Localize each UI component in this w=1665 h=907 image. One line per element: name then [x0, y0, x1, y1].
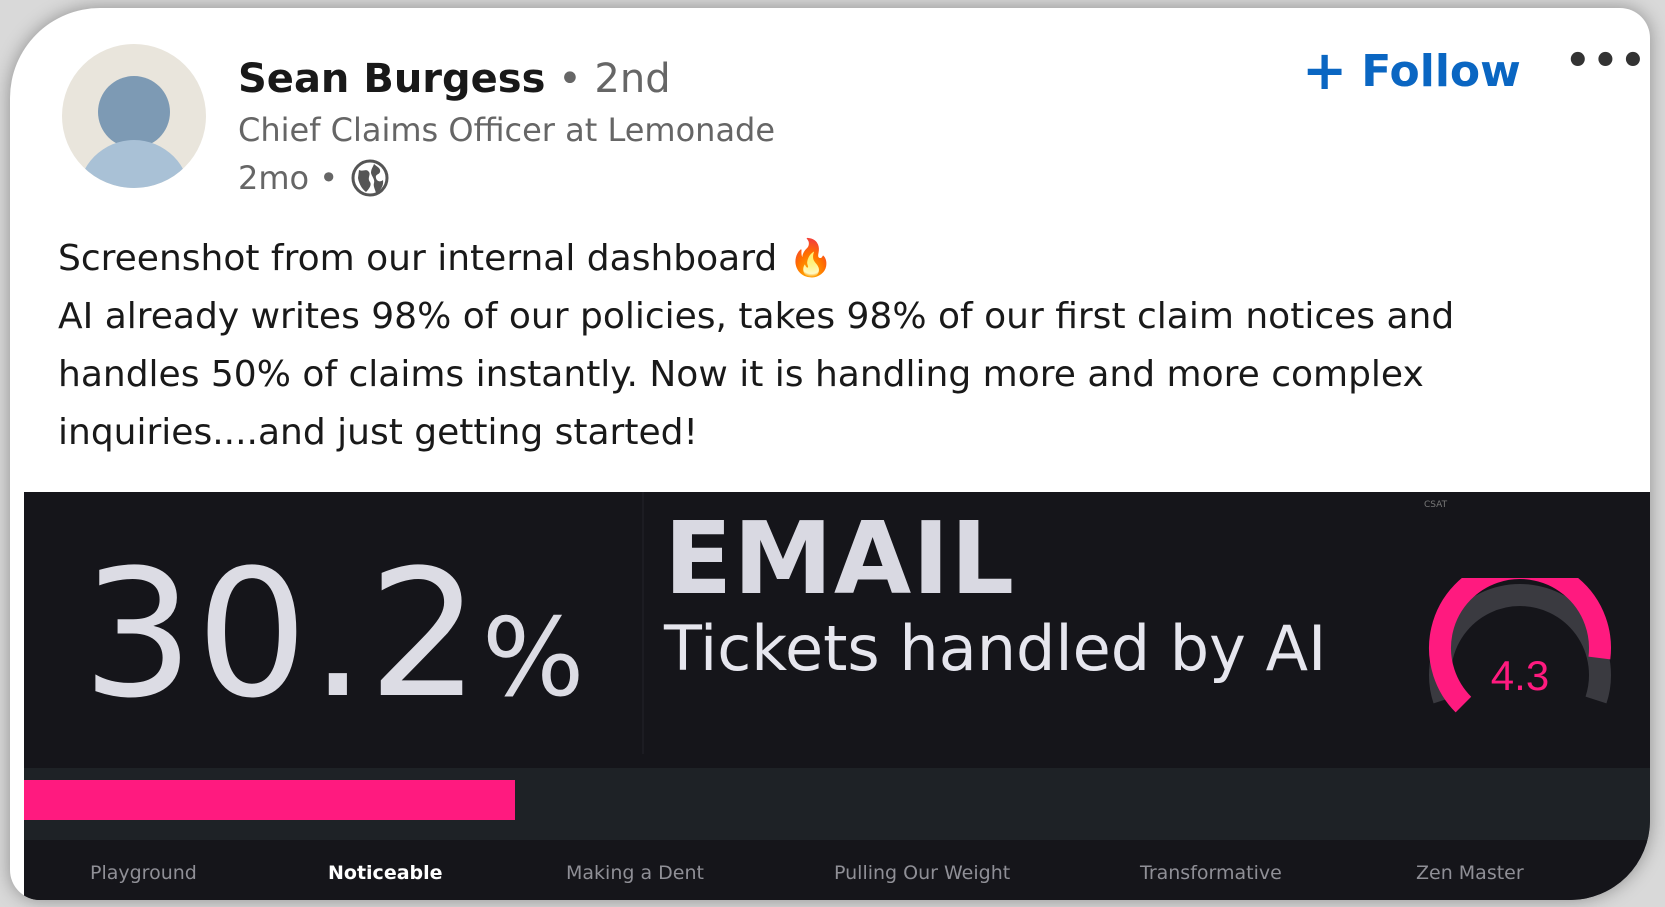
avatar[interactable] — [62, 44, 206, 188]
post-line: Screenshot from our internal dashboard 🔥 — [58, 238, 834, 279]
post-time: 2mo • — [238, 159, 339, 197]
post-meta: 2mo • — [238, 158, 390, 198]
follow-label: Follow — [1361, 45, 1521, 97]
author-name-row: Sean Burgess • 2nd — [238, 56, 671, 102]
panel-divider — [642, 492, 644, 754]
avatar-head-shape — [98, 76, 170, 148]
channel-title: EMAIL — [664, 500, 1016, 617]
follow-button[interactable]: + Follow — [1302, 44, 1521, 98]
avatar-body-shape — [78, 140, 190, 188]
tier-label: Zen Master — [1416, 862, 1524, 884]
more-options-button[interactable]: ••• — [1565, 38, 1648, 84]
ai-handled-percentage: 30.2% — [82, 532, 587, 737]
tier-label: Transformative — [1140, 862, 1282, 884]
gauge-value: 4.3 — [1491, 652, 1549, 699]
post-line: inquiries....and just getting started! — [58, 412, 698, 453]
post-line: AI already writes 98% of our policies, t… — [58, 296, 1455, 337]
tier-label: Playground — [90, 862, 197, 884]
author-headline: Chief Claims Officer at Lemonade — [238, 111, 776, 149]
post-body: Screenshot from our internal dashboard 🔥… — [58, 230, 1618, 462]
connection-degree: • 2nd — [558, 56, 671, 102]
metric-subtitle: Tickets handled by AI — [664, 612, 1327, 685]
globe-icon — [351, 159, 389, 197]
percentage-symbol: % — [481, 596, 587, 721]
post-line: handles 50% of claims instantly. Now it … — [58, 354, 1424, 395]
csat-label: CSAT — [1424, 500, 1448, 510]
percentage-value: 30.2 — [82, 532, 482, 737]
plus-icon: + — [1302, 39, 1348, 102]
linkedin-post-card: Sean Burgess • 2nd Chief Claims Officer … — [10, 8, 1650, 900]
dashboard-image[interactable]: 30.2% EMAIL Tickets handled by AI CSAT 4… — [24, 492, 1650, 900]
tier-label: Making a Dent — [566, 862, 704, 884]
csat-gauge: 4.3 — [1429, 578, 1611, 713]
tier-label-active: Noticeable — [328, 862, 443, 884]
tier-scale: Playground Noticeable Making a Dent Pull… — [24, 840, 1650, 900]
tier-label: Pulling Our Weight — [834, 862, 1011, 884]
progress-fill — [24, 780, 516, 820]
author-name[interactable]: Sean Burgess — [238, 56, 545, 102]
progress-track — [24, 768, 1650, 840]
